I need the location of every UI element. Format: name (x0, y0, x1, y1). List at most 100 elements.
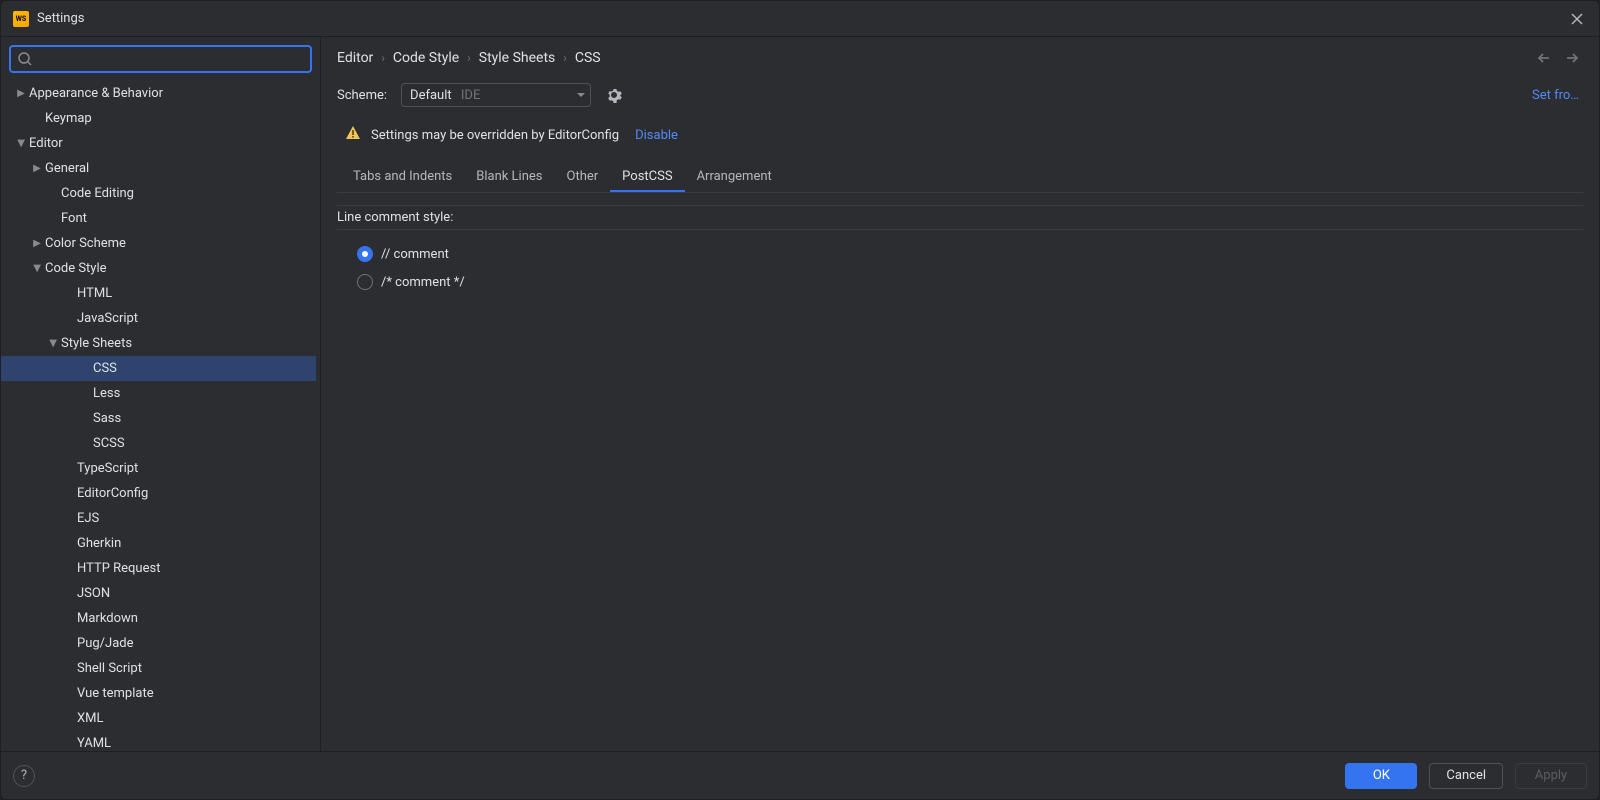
tree-item[interactable]: ▶General (1, 156, 316, 181)
help-button[interactable]: ? (13, 765, 35, 787)
breadcrumb-segment[interactable]: CSS (575, 50, 601, 66)
main-panel: Editor›Code Style›Style Sheets›CSS Schem… (321, 37, 1599, 751)
tree-item-label: EditorConfig (77, 486, 148, 501)
tree-item[interactable]: ▶Shell Script (1, 656, 316, 681)
tree-item[interactable]: ▶EditorConfig (1, 481, 316, 506)
tree-item-label: JSON (77, 586, 110, 601)
gear-icon (606, 87, 622, 103)
tree-item-label: Markdown (77, 611, 138, 626)
back-button[interactable] (1533, 47, 1555, 69)
close-button[interactable] (1567, 9, 1587, 29)
tree-item[interactable]: ▶Font (1, 206, 316, 231)
tree-item-label: JavaScript (77, 311, 138, 326)
forward-button[interactable] (1561, 47, 1583, 69)
tree-item[interactable]: ▶TypeScript (1, 456, 316, 481)
radio-icon (357, 274, 373, 290)
tree-item-label: Sass (93, 411, 121, 426)
tree-item-label: XML (77, 711, 104, 726)
tab[interactable]: Arrangement (685, 163, 784, 192)
tree-item-label: TypeScript (77, 461, 138, 476)
tree-item[interactable]: ▶YAML (1, 731, 316, 751)
tree-item[interactable]: ▶Code Style (1, 256, 316, 281)
tree-item[interactable]: ▶CSS (1, 356, 316, 381)
cancel-button[interactable]: Cancel (1429, 763, 1503, 789)
tree-item[interactable]: ▶Gherkin (1, 531, 316, 556)
tree-item-label: HTTP Request (77, 561, 160, 576)
tree-item-label: HTML (77, 286, 112, 301)
tree-item[interactable]: ▶Code Editing (1, 181, 316, 206)
scheme-select[interactable]: Default IDE (401, 83, 591, 107)
settings-tree[interactable]: ▶Appearance & Behavior▶Keymap▶Editor▶Gen… (1, 81, 320, 751)
tree-item[interactable]: ▶JavaScript (1, 306, 316, 331)
app-icon (13, 11, 29, 27)
tree-item-label: Less (93, 386, 120, 401)
tab[interactable]: PostCSS (610, 163, 684, 192)
tab[interactable]: Blank Lines (464, 163, 554, 192)
tree-item[interactable]: ▶Appearance & Behavior (1, 81, 316, 106)
tree-item[interactable]: ▶Markdown (1, 606, 316, 631)
tree-item-label: EJS (77, 511, 99, 526)
tree-item-label: General (45, 161, 89, 176)
sidebar: ▶Appearance & Behavior▶Keymap▶Editor▶Gen… (1, 37, 321, 751)
breadcrumb-separator: › (381, 51, 385, 65)
tab[interactable]: Other (555, 163, 611, 192)
tab[interactable]: Tabs and Indents (341, 163, 464, 192)
breadcrumb: Editor›Code Style›Style Sheets›CSS (337, 50, 601, 66)
tree-item[interactable]: ▶Editor (1, 131, 316, 156)
tree-item[interactable]: ▶Style Sheets (1, 331, 316, 356)
tree-arrow-icon: ▶ (13, 138, 29, 149)
tree-item-label: Color Scheme (45, 236, 126, 251)
tree-arrow-icon: ▶ (13, 88, 29, 99)
tree-arrow-icon: ▶ (29, 263, 45, 274)
tree-item[interactable]: ▶Pug/Jade (1, 631, 316, 656)
breadcrumb-segment[interactable]: Style Sheets (479, 50, 556, 66)
tree-item[interactable]: ▶Less (1, 381, 316, 406)
breadcrumb-segment[interactable]: Code Style (393, 50, 459, 66)
button-bar: ? OK Cancel Apply (1, 751, 1599, 799)
tree-item-label: Appearance & Behavior (29, 86, 163, 101)
section-header: Line comment style: (337, 205, 1583, 230)
title-bar: Settings (1, 1, 1599, 37)
tree-item-label: Code Style (45, 261, 107, 276)
tree-item-label: CSS (93, 361, 117, 376)
breadcrumb-segment[interactable]: Editor (337, 50, 373, 66)
tree-item[interactable]: ▶XML (1, 706, 316, 731)
search-icon (17, 51, 33, 67)
radio-label: /* comment */ (381, 275, 465, 290)
chevron-down-icon (576, 90, 586, 100)
tree-item[interactable]: ▶HTTP Request (1, 556, 316, 581)
scheme-settings-button[interactable] (605, 86, 623, 104)
tree-item[interactable]: ▶Sass (1, 406, 316, 431)
tree-item[interactable]: ▶Vue template (1, 681, 316, 706)
warning-icon (345, 125, 361, 145)
tree-item[interactable]: ▶EJS (1, 506, 316, 531)
tree-item[interactable]: ▶HTML (1, 281, 316, 306)
arrow-left-icon (1537, 51, 1551, 65)
tree-item-label: Editor (29, 136, 63, 151)
tab-content: Line comment style: // comment /* comment… (337, 193, 1583, 751)
radio-option[interactable]: // comment (357, 240, 1583, 268)
set-from-link[interactable]: Set fro… (1532, 88, 1579, 103)
comment-style-group: // comment /* comment */ (337, 230, 1583, 296)
tree-item[interactable]: ▶Keymap (1, 106, 316, 131)
apply-button: Apply (1515, 763, 1587, 789)
tree-item-label: Shell Script (77, 661, 142, 676)
tree-item[interactable]: ▶SCSS (1, 431, 316, 456)
scheme-label: Scheme: (337, 88, 387, 103)
tree-item-label: Vue template (77, 686, 154, 701)
tree-arrow-icon: ▶ (29, 238, 45, 249)
disable-link[interactable]: Disable (635, 128, 678, 143)
tree-item-label: Pug/Jade (77, 636, 134, 651)
tab-bar: Tabs and IndentsBlank LinesOtherPostCSSA… (337, 163, 1583, 193)
search-input[interactable] (9, 45, 312, 73)
ok-button[interactable]: OK (1345, 763, 1417, 789)
tree-item-label: Font (61, 211, 87, 226)
arrow-right-icon (1565, 51, 1579, 65)
breadcrumb-separator: › (563, 51, 567, 65)
radio-option[interactable]: /* comment */ (357, 268, 1583, 296)
tree-item-label: Keymap (45, 111, 92, 126)
tree-item[interactable]: ▶Color Scheme (1, 231, 316, 256)
tree-item[interactable]: ▶JSON (1, 581, 316, 606)
warning-text: Settings may be overridden by EditorConf… (371, 128, 619, 143)
tree-item-label: Style Sheets (61, 336, 132, 351)
